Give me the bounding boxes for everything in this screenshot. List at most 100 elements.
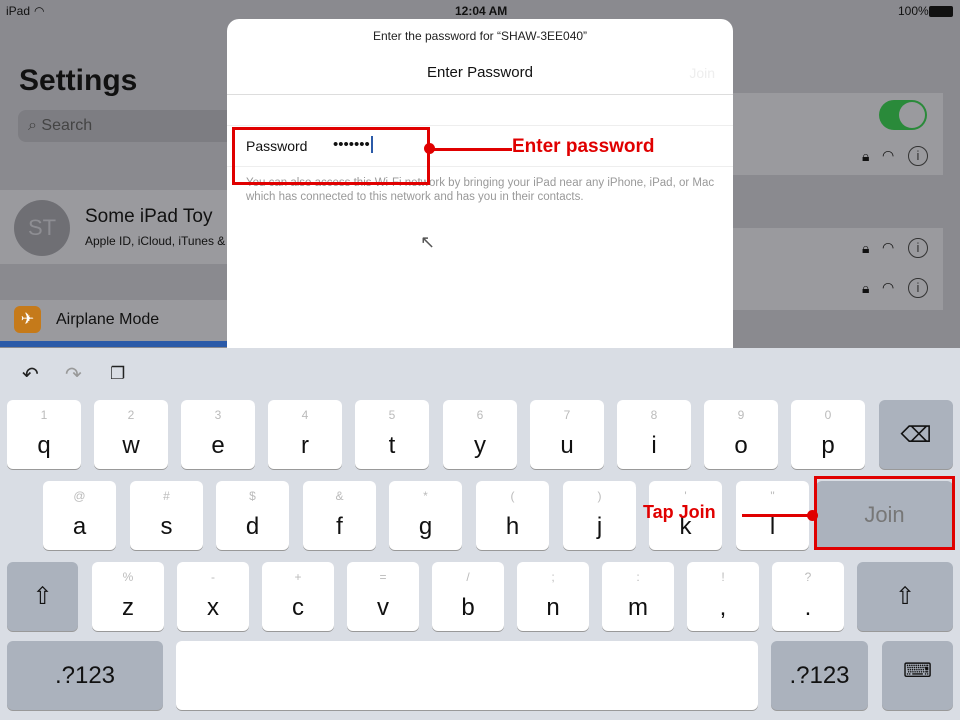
key-g[interactable]: * g [389, 481, 462, 550]
key-secondary: 0 [824, 408, 832, 422]
mouse-cursor-icon: ↖ [420, 232, 436, 252]
annotation-dot [807, 510, 818, 521]
avatar: ST [14, 200, 70, 256]
key-secondary: = [379, 570, 387, 584]
key-j[interactable]: ) j [563, 481, 636, 550]
key-n[interactable]: ; n [517, 562, 589, 631]
key-secondary: $ [249, 489, 256, 503]
key-primary: q [37, 432, 51, 459]
key-y[interactable]: 6y [443, 400, 517, 469]
key-primary: i [651, 432, 657, 459]
lock-icon: 🔒︎ [862, 148, 870, 164]
wifi-toggle[interactable] [879, 100, 927, 130]
wifi-icon: ◠ [882, 239, 895, 255]
key-p[interactable]: 0p [791, 400, 865, 469]
key-primary: l [769, 513, 776, 540]
key-,[interactable]: !, [687, 562, 759, 631]
divider [227, 94, 733, 95]
key-primary: h [505, 513, 520, 540]
key-secondary: : [636, 570, 640, 584]
key-secondary: 5 [388, 408, 396, 422]
keyboard-dismiss-icon: ⌨ [903, 660, 932, 682]
key-primary: . [804, 594, 812, 621]
enter-password-annotation: Enter password [512, 136, 655, 157]
key-f[interactable]: & f [303, 481, 376, 550]
key-q[interactable]: 1q [7, 400, 81, 469]
settings-title: Settings [19, 64, 138, 97]
wifi-icon: ◠ [882, 279, 895, 295]
shift-left-key[interactable]: ⇧ [7, 562, 78, 631]
join-button[interactable]: Join [689, 65, 715, 81]
search-input[interactable]: ⌕ Search [18, 110, 238, 142]
key-primary: m [628, 594, 648, 621]
key-primary: z [122, 594, 134, 621]
key-a[interactable]: @ a [43, 481, 116, 550]
key-primary: p [821, 432, 835, 459]
battery-icon [929, 6, 953, 17]
info-icon[interactable]: i [908, 278, 928, 298]
key-u[interactable]: 7u [530, 400, 604, 469]
key-e[interactable]: 3e [181, 400, 255, 469]
key-secondary: @ [73, 489, 86, 503]
key-r[interactable]: 4r [268, 400, 342, 469]
dismiss-keyboard-key[interactable]: ⌨ [882, 641, 953, 710]
paste-icon[interactable]: ❐ [110, 364, 125, 384]
key-secondary: * [423, 489, 428, 503]
key-secondary: 4 [301, 408, 309, 422]
airplane-label: Airplane Mode [56, 311, 160, 328]
key-b[interactable]: / b [432, 562, 504, 631]
info-icon[interactable]: i [908, 146, 928, 166]
key-.[interactable]: ?. [772, 562, 844, 631]
join-highlight [814, 476, 955, 550]
airplane-icon: ✈ [14, 306, 41, 333]
key-primary: e [211, 432, 225, 459]
key-t[interactable]: 5t [355, 400, 429, 469]
key-secondary: 6 [476, 408, 484, 422]
wifi-icon: ◠ [882, 147, 895, 163]
key-primary: , [719, 594, 727, 621]
search-placeholder: Search [41, 117, 93, 134]
key-primary: x [207, 594, 219, 621]
key-c[interactable]: + c [262, 562, 334, 631]
key-s[interactable]: # s [130, 481, 203, 550]
dialog-title: Enter Password [427, 64, 533, 81]
key-d[interactable]: $ d [216, 481, 289, 550]
key-w[interactable]: 2w [94, 400, 168, 469]
backspace-icon: ⌫ [900, 422, 932, 447]
key-primary: d [245, 513, 260, 540]
battery-percent: 100% [898, 4, 929, 18]
device-label: iPad [6, 4, 31, 18]
key-primary: f [336, 513, 343, 540]
key-o[interactable]: 9o [704, 400, 778, 469]
annotation-line [430, 148, 512, 151]
key-primary: j [596, 513, 603, 540]
numbers-key-right[interactable]: .?123 [771, 641, 868, 710]
undo-icon[interactable]: ↶ [22, 362, 39, 387]
key-secondary: ) [597, 489, 602, 503]
key-i[interactable]: 8i [617, 400, 691, 469]
space-key[interactable] [176, 641, 758, 710]
key-x[interactable]: -x [177, 562, 249, 631]
redo-icon[interactable]: ↷ [65, 362, 82, 387]
numbers-key-left[interactable]: .?123 [7, 641, 163, 710]
info-icon[interactable]: i [908, 238, 928, 258]
key-primary: c [292, 594, 304, 621]
key-secondary: " [770, 489, 775, 503]
key-primary: u [560, 432, 574, 459]
key-primary: s [160, 513, 173, 540]
key-h[interactable]: (h [476, 481, 549, 550]
dialog-prompt: Enter the password for “SHAW-3EE040” [372, 29, 588, 43]
key-m[interactable]: :m [602, 562, 674, 631]
shift-right-key[interactable]: ⇧ [857, 562, 953, 631]
key-secondary: ; [551, 570, 555, 584]
backspace-key[interactable]: ⌫ [879, 400, 953, 469]
lock-icon: 🔒︎ [862, 240, 870, 256]
key-primary: y [474, 432, 486, 459]
key-v[interactable]: = v [347, 562, 419, 631]
key-primary: t [388, 432, 396, 459]
key-secondary: / [466, 570, 470, 584]
shift-icon: ⇧ [32, 583, 53, 610]
key-z[interactable]: % z [92, 562, 164, 631]
key-secondary: ( [510, 489, 515, 503]
account-subtitle: Apple ID, iCloud, iTunes & [85, 234, 226, 248]
